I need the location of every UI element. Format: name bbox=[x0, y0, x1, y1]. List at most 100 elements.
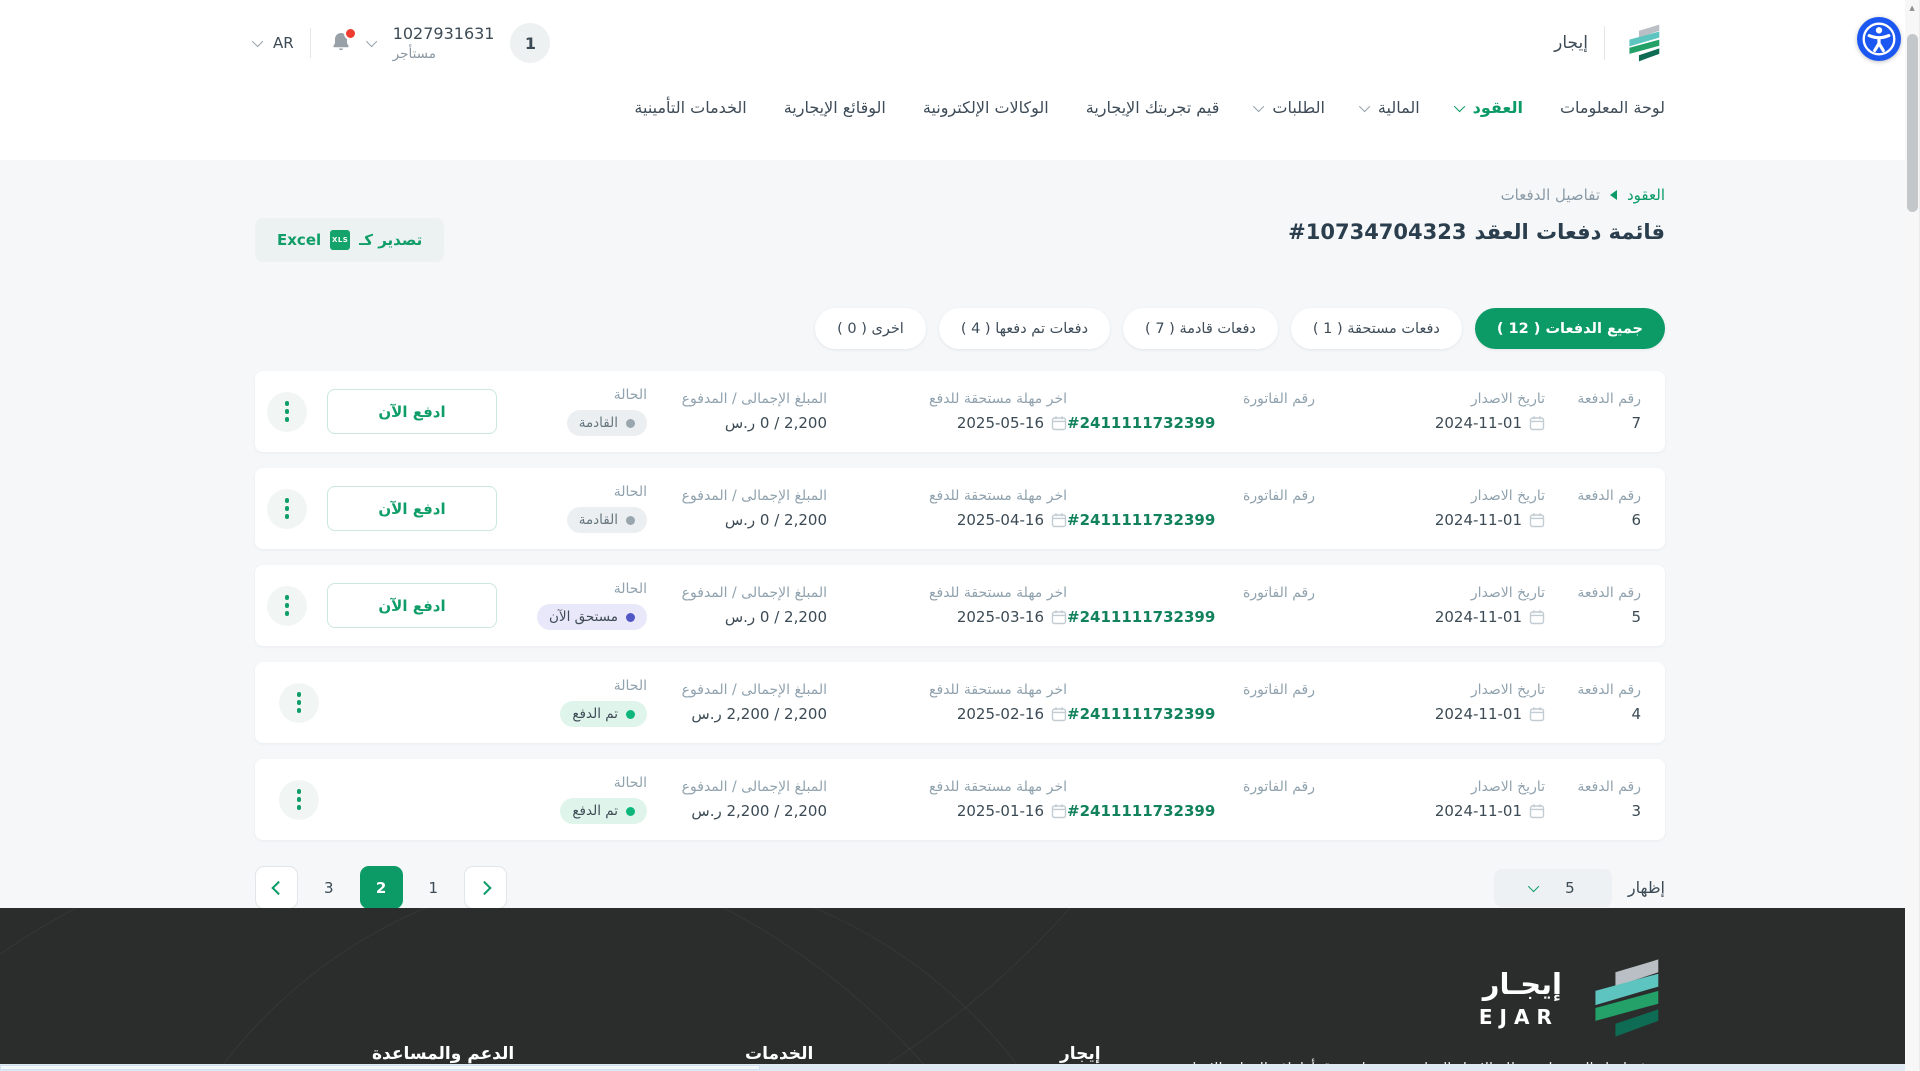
language-label: AR bbox=[273, 34, 294, 52]
invoice-cell: رقم الفاتورة #2411111732399 bbox=[1067, 488, 1315, 529]
status-badge: مستحق الآن bbox=[537, 604, 647, 630]
row-actions-kebab-icon[interactable] bbox=[279, 779, 319, 820]
user-menu-chevron-down-icon[interactable] bbox=[365, 35, 377, 48]
vertical-scrollbar[interactable]: ▲ bbox=[1905, 0, 1920, 1071]
tab-all-payments[interactable]: جميع الدفعات ( 12 ) bbox=[1474, 308, 1665, 349]
tab-due-payments[interactable]: دفعات مستحقة ( 1 ) bbox=[1290, 308, 1462, 349]
brand-divider bbox=[1604, 26, 1605, 60]
status-cell: الحالة تم الدفع bbox=[497, 678, 647, 727]
calendar-icon bbox=[1051, 804, 1067, 819]
tab-upcoming-payments[interactable]: دفعات قادمة ( 7 ) bbox=[1123, 308, 1278, 349]
footer-brand-arabic: إيجـار bbox=[1482, 967, 1562, 1001]
deadline-value: 2025-02-16 bbox=[956, 705, 1044, 723]
page-size-value: 5 bbox=[1565, 878, 1575, 897]
pagination-page-1[interactable]: 1 bbox=[429, 879, 439, 897]
tab-paid-payments[interactable]: دفعات تم دفعها ( 4 ) bbox=[938, 308, 1111, 349]
footer-decor-curve bbox=[0, 908, 1300, 1071]
deadline-value: 2025-05-16 bbox=[956, 414, 1044, 432]
scrollbar-up-arrow-icon[interactable]: ▲ bbox=[1905, 0, 1919, 16]
invoice-cell: رقم الفاتورة #2411111732399 bbox=[1067, 682, 1315, 723]
language-switcher[interactable]: AR bbox=[251, 34, 294, 52]
deadline-value: 2025-01-16 bbox=[956, 802, 1044, 820]
payment-filter-tabs: جميع الدفعات ( 12 ) دفعات مستحقة ( 1 ) د… bbox=[255, 308, 1665, 349]
ejar-logo-icon bbox=[1595, 959, 1659, 1037]
nav-item-contracts[interactable]: العقود bbox=[1453, 98, 1523, 117]
amount-value: 2,200 / 2,200 ر.س bbox=[691, 705, 827, 723]
status-dot-icon bbox=[626, 418, 635, 428]
pagination-prev-button[interactable] bbox=[255, 866, 298, 909]
issue-date-cell: تاريخ الاصدار 2024-11-01 bbox=[1434, 585, 1545, 626]
invoice-number-value: #2411111732399 bbox=[1067, 705, 1216, 723]
header-divider bbox=[309, 28, 311, 58]
amount-cell: المبلغ الإجمالى / المدفوع 2,200 / 2,200 … bbox=[647, 682, 827, 723]
pay-now-button[interactable]: ادفع الآن bbox=[327, 583, 497, 628]
breadcrumb-contracts-link[interactable]: العقود bbox=[1627, 186, 1665, 204]
page-head-right: العقود تفاصيل الدفعات قائمة دفعات العقد … bbox=[1288, 186, 1665, 244]
payment-number-value: 6 bbox=[1631, 511, 1641, 529]
status-badge: تم الدفع bbox=[560, 798, 647, 824]
row-actions-kebab-icon[interactable] bbox=[267, 391, 307, 432]
calendar-icon bbox=[1529, 416, 1545, 431]
status-dot-icon bbox=[626, 709, 635, 719]
nav-item-dashboard[interactable]: لوحة المعلومات bbox=[1560, 98, 1665, 117]
status-badge: القادمة bbox=[566, 410, 647, 436]
calendar-icon bbox=[1529, 610, 1545, 625]
nav-item-insurance-services[interactable]: الخدمات التأمينية bbox=[634, 98, 746, 117]
avatar[interactable]: 1 bbox=[510, 23, 551, 63]
amount-value: 2,200 / 0 ر.س bbox=[724, 511, 827, 529]
accessibility-widget-button[interactable] bbox=[1857, 17, 1901, 61]
footer: إيجـار EJAR إيجار الخدمات الدعم والمساعد… bbox=[0, 908, 1920, 1071]
nav-item-e-agencies[interactable]: الوكالات الإلكترونية bbox=[923, 98, 1049, 117]
issue-date-cell: تاريخ الاصدار 2024-11-01 bbox=[1434, 779, 1545, 820]
status-cell: الحالة مستحق الآن bbox=[497, 581, 647, 630]
amount-cell: المبلغ الإجمالى / المدفوع 2,200 / 0 ر.س bbox=[647, 488, 827, 529]
pagination: 1 2 3 bbox=[255, 866, 508, 909]
ejar-logo-icon bbox=[1629, 24, 1660, 62]
row-actions-kebab-icon[interactable] bbox=[267, 585, 307, 626]
pagination-row: إظهار 5 1 2 3 bbox=[255, 866, 1665, 909]
breadcrumb-arrow-icon bbox=[1610, 190, 1617, 200]
issue-date-value: 2024-11-01 bbox=[1434, 802, 1522, 820]
notifications-button[interactable] bbox=[327, 27, 357, 56]
issue-date-cell: تاريخ الاصدار 2024-11-01 bbox=[1434, 488, 1545, 529]
nav-item-requests[interactable]: الطلبات bbox=[1253, 98, 1325, 117]
pagination-page-2-current[interactable]: 2 bbox=[359, 866, 403, 909]
footer-column-support: الدعم والمساعدة bbox=[372, 1044, 515, 1064]
chevron-down-icon bbox=[1453, 100, 1465, 112]
issue-date-value: 2024-11-01 bbox=[1434, 414, 1522, 432]
notification-badge bbox=[343, 27, 357, 40]
user-role: مستأجر bbox=[392, 46, 436, 62]
export-excel-button[interactable]: تصدير كـ XLS Excel bbox=[255, 218, 445, 262]
row-actions-kebab-icon[interactable] bbox=[279, 682, 319, 723]
user-id: 1027931631 bbox=[392, 24, 495, 43]
status-dot-icon bbox=[626, 612, 635, 622]
calendar-icon bbox=[1051, 707, 1067, 722]
horizontal-scrollbar-thumb[interactable] bbox=[0, 1065, 760, 1070]
payment-number-cell: رقم الدفعة 3 bbox=[1545, 779, 1641, 820]
footer-brand-english: EJAR bbox=[1478, 1005, 1559, 1029]
payment-row: رقم الدفعة 5 تاريخ الاصدار 2024-11-01 رق… bbox=[255, 565, 1665, 646]
horizontal-scrollbar[interactable] bbox=[0, 1064, 1905, 1071]
issue-date-value: 2024-11-01 bbox=[1434, 608, 1522, 626]
nav-item-rate-experience[interactable]: قيم تجربتك الإيجارية bbox=[1086, 98, 1220, 117]
footer-brand-text: إيجـار EJAR bbox=[1479, 967, 1562, 1029]
page-size-control: إظهار 5 bbox=[1493, 868, 1665, 907]
page-size-select[interactable]: 5 bbox=[1493, 868, 1612, 907]
amount-cell: المبلغ الإجمالى / المدفوع 2,200 / 2,200 … bbox=[647, 779, 827, 820]
row-actions-kebab-icon[interactable] bbox=[267, 488, 307, 529]
nav-item-finance[interactable]: المالية bbox=[1358, 98, 1420, 117]
amount-value: 2,200 / 2,200 ر.س bbox=[691, 802, 827, 820]
vertical-scrollbar-thumb[interactable] bbox=[1907, 34, 1918, 212]
chevron-down-icon bbox=[1528, 880, 1540, 892]
brand[interactable]: إيجار bbox=[1554, 24, 1665, 62]
pagination-next-button[interactable] bbox=[464, 866, 508, 909]
tab-other-payments[interactable]: اخرى ( 0 ) bbox=[815, 308, 926, 349]
pagination-page-3[interactable]: 3 bbox=[324, 879, 334, 897]
pay-now-button[interactable]: ادفع الآن bbox=[327, 486, 497, 531]
pay-now-button[interactable]: ادفع الآن bbox=[327, 389, 497, 434]
deadline-cell: اخر مهلة مستحقة للدفع 2025-04-16 bbox=[929, 488, 1067, 529]
nav-item-rental-incidents[interactable]: الوقائع الإيجارية bbox=[784, 98, 886, 117]
issue-date-value: 2024-11-01 bbox=[1434, 705, 1522, 723]
page-size-label: إظهار bbox=[1627, 878, 1665, 897]
main-content: العقود تفاصيل الدفعات قائمة دفعات العقد … bbox=[255, 160, 1665, 909]
